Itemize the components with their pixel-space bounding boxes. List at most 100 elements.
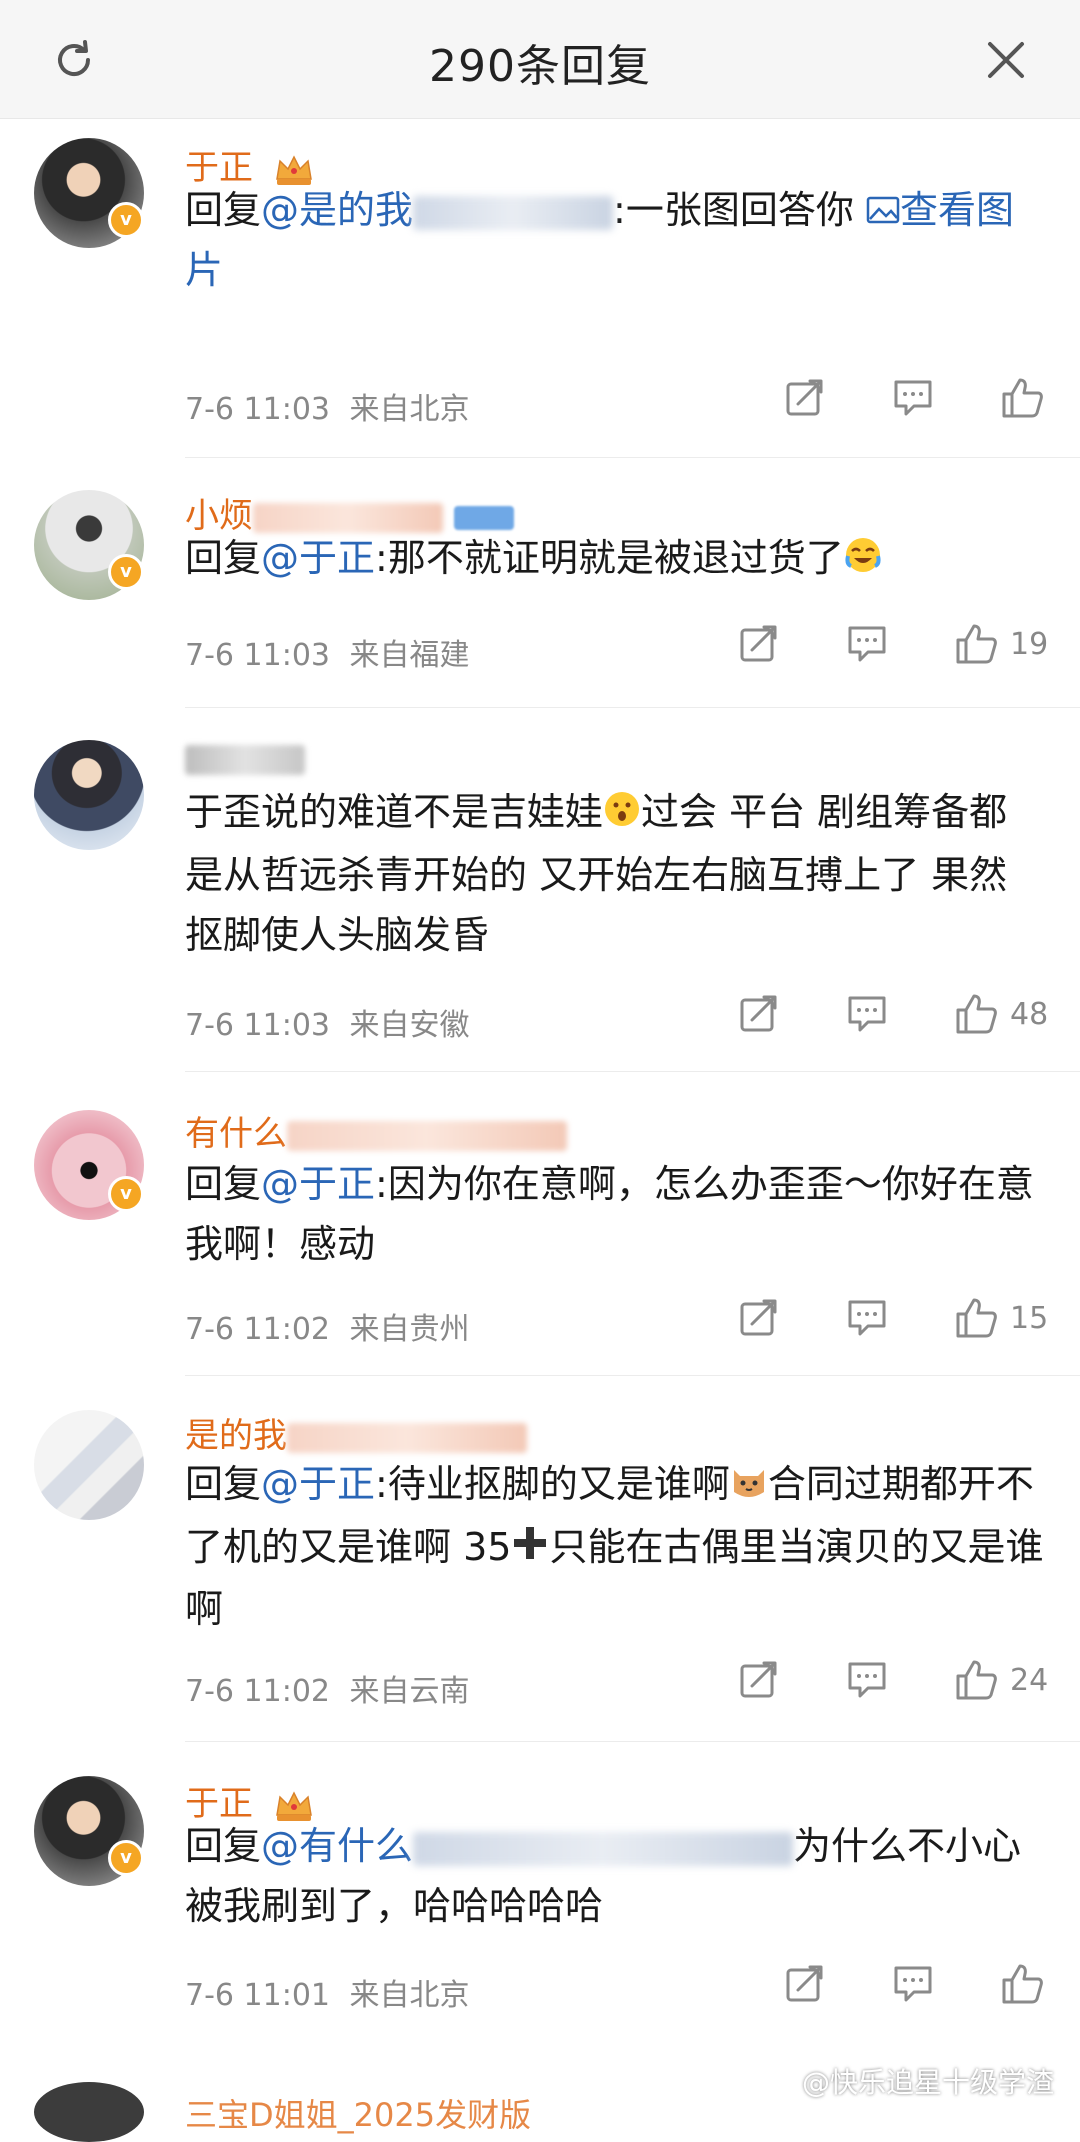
comment-text: 回复@有什么 为什么不小心被我刷到了，哈哈哈哈哈 — [185, 1816, 1045, 1936]
repost-icon — [740, 625, 777, 662]
like-button[interactable] — [1000, 376, 1056, 420]
level-badge — [453, 505, 514, 530]
mention-link[interactable]: @于正 — [261, 1162, 375, 1206]
reply-button[interactable] — [892, 376, 934, 420]
comment-icon — [848, 1662, 886, 1698]
reply-button[interactable] — [846, 992, 888, 1036]
commenter-name-text: 有什么 — [185, 1114, 287, 1154]
reply-prefix: 回复 — [185, 1824, 262, 1868]
close-icon — [988, 42, 1024, 78]
header-bar: 290条回复 — [0, 0, 1080, 119]
mention-link[interactable]: @于正 — [261, 536, 375, 580]
repost-button[interactable] — [738, 1658, 780, 1702]
comment-actions — [746, 1962, 1056, 2006]
comment-time: 7-6 11:02 — [185, 1312, 330, 1347]
comment-time: 7-6 11:02 — [185, 1674, 330, 1709]
comment-body: :待业抠脚的又是谁啊 — [375, 1462, 730, 1506]
comment-body: :一张图回答你 — [613, 188, 854, 232]
like-icon — [1002, 378, 1043, 418]
verified-badge: v — [108, 1176, 144, 1212]
comment-actions: 24 — [700, 1658, 1050, 1702]
comment-time: 7-6 11:01 — [185, 1978, 330, 2013]
shocked-emoji — [603, 785, 641, 845]
verified-badge: v — [108, 1840, 144, 1876]
comment-location: 来自福建 — [349, 638, 470, 673]
repost-button[interactable] — [738, 992, 780, 1036]
like-button[interactable]: 48 — [954, 992, 1050, 1036]
comment-text: 回复@于正:待业抠脚的又是谁啊 合同过期都开不了机的又是谁啊 35 只能在古偶里当演… — [185, 1454, 1045, 1639]
comment-meta: 7-6 11:03 来自北京 — [185, 384, 470, 428]
comment-meta: 7-6 11:03 来自安徽 — [185, 1000, 470, 1044]
blurred-name — [287, 1120, 567, 1151]
laugh-cry-emoji — [844, 531, 882, 591]
like-count: 19 — [1010, 626, 1049, 662]
blurred-name — [287, 1422, 527, 1453]
reply-prefix: 回复 — [185, 188, 262, 232]
next-commenter-name[interactable]: 三宝D姐姐_2025发财版 — [185, 2090, 531, 2136]
commenter-name[interactable]: 有什么 — [185, 1106, 567, 1155]
comment-icon — [848, 996, 886, 1032]
reply-button[interactable] — [846, 622, 888, 666]
repost-button[interactable] — [784, 376, 826, 420]
repost-button[interactable] — [738, 1296, 780, 1340]
comment-text: 于歪说的难道不是吉娃娃 过会 平台 剧组筹备都是从哲远杀青开始的 又开始左右脑互搏… — [185, 782, 1045, 965]
commenter-name-text: 是的我 — [185, 1416, 287, 1456]
like-button[interactable]: 15 — [954, 1296, 1050, 1340]
comment-icon — [848, 1300, 886, 1336]
repost-button[interactable] — [784, 1962, 826, 2006]
commenter-name[interactable] — [185, 738, 305, 778]
comment-location: 来自安徽 — [349, 1008, 470, 1043]
like-button[interactable] — [1000, 1962, 1056, 2006]
comment-meta: 7-6 11:01 来自北京 — [185, 1970, 470, 2014]
like-button[interactable]: 19 — [954, 622, 1050, 666]
comment-time: 7-6 11:03 — [185, 392, 330, 427]
like-count: 48 — [1010, 996, 1049, 1032]
blurred-text — [413, 195, 614, 230]
repost-button[interactable] — [738, 622, 780, 666]
commenter-name[interactable]: 是的我 — [185, 1408, 527, 1457]
comment-item: 于歪说的难道不是吉娃娃 过会 平台 剧组筹备都是从哲远杀青开始的 又开始左右脑互搏… — [0, 708, 1080, 1072]
comment-meta: 7-6 11:02 来自贵州 — [185, 1304, 470, 1348]
page-title: 290条回复 — [429, 41, 651, 92]
reply-button[interactable] — [892, 1962, 934, 2006]
comment-text: 回复@于正:那不就证明就是被退过货了 — [185, 528, 1045, 591]
blurred-name — [185, 744, 305, 775]
like-icon — [1002, 1964, 1043, 2004]
reply-button[interactable] — [846, 1296, 888, 1340]
avatar[interactable] — [34, 1410, 144, 1520]
comment-icon — [848, 626, 886, 662]
repost-icon — [740, 1661, 777, 1698]
comment-actions: 19 — [700, 622, 1050, 666]
mention-link[interactable]: @是的我 — [261, 188, 413, 232]
comment-text: 回复@于正:因为你在意啊，怎么办歪歪～你好在意我啊！感动 — [185, 1154, 1045, 1274]
reply-prefix: 回复 — [185, 1462, 262, 1506]
reply-button[interactable] — [846, 1658, 888, 1702]
like-icon — [956, 994, 997, 1034]
mention-link[interactable]: @于正 — [261, 1462, 375, 1506]
like-icon — [956, 624, 997, 664]
verified-badge: v — [108, 202, 144, 238]
image-icon — [866, 196, 900, 224]
verified-badge: v — [108, 554, 144, 590]
reply-prefix: 回复 — [185, 1162, 262, 1206]
comment-actions: 48 — [700, 992, 1050, 1036]
comment-actions: 15 — [700, 1296, 1050, 1340]
avatar[interactable] — [34, 740, 144, 850]
like-icon — [956, 1660, 997, 1700]
repost-icon — [786, 379, 823, 416]
comment-body: :那不就证明就是被退过货了 — [375, 536, 844, 580]
comment-location: 来自北京 — [349, 1978, 470, 2013]
like-button[interactable]: 24 — [954, 1658, 1050, 1702]
reply-prefix: 回复 — [185, 536, 262, 580]
comment-location: 来自云南 — [349, 1674, 470, 1709]
comment-item: v 于正 回复@是的我:一张图回答你 查看图片 7-6 11:03 来自北京 — [0, 118, 1080, 458]
avatar[interactable] — [34, 2082, 144, 2142]
close-button[interactable] — [974, 28, 1038, 92]
repost-icon — [740, 1299, 777, 1336]
comment-location: 来自贵州 — [349, 1312, 470, 1347]
like-count: 24 — [1010, 1662, 1049, 1698]
comment-body: 于歪说的难道不是吉娃娃 — [185, 790, 604, 834]
like-count: 15 — [1010, 1300, 1049, 1336]
mention-link[interactable]: @有什么 — [261, 1824, 413, 1868]
cat-emoji — [730, 1457, 768, 1517]
